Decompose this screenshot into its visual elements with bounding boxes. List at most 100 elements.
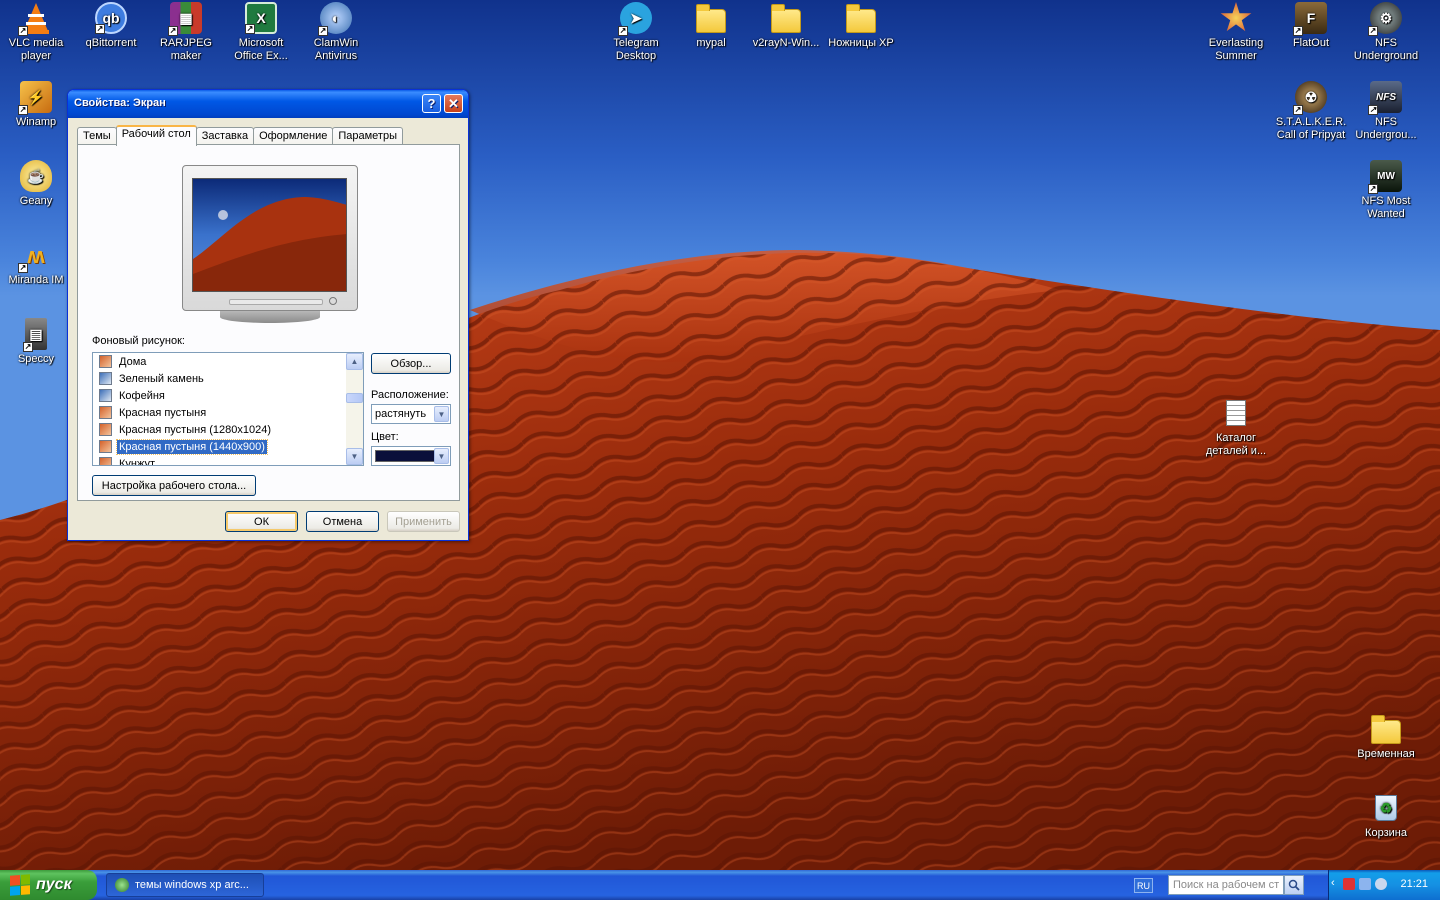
desktop-icon-telegram[interactable]: ➤ ↗ Telegram Desktop xyxy=(598,2,674,63)
listbox-scrollbar[interactable]: ▲ ▼ xyxy=(346,353,363,465)
desktop-icon-mypal[interactable]: mypal xyxy=(673,2,749,50)
folder-icon xyxy=(845,2,877,34)
desktop-icon-label: Telegram Desktop xyxy=(613,37,659,62)
desktop-icon-rarjpeg[interactable]: ▦ ↗ RARJPEG maker xyxy=(148,2,224,63)
list-item[interactable]: Красная пустыня xyxy=(93,404,363,421)
clock[interactable]: 21:21 xyxy=(1400,878,1428,890)
desktop-icon-nfs-underground[interactable]: ⚙ ↗ NFS Underground xyxy=(1348,2,1424,63)
scroll-thumb[interactable] xyxy=(346,393,363,403)
desktop-icon-vlc[interactable]: ↗ VLC media player xyxy=(0,2,74,63)
browse-button[interactable]: Обзор... xyxy=(371,353,451,374)
tab-desktop[interactable]: Рабочий стол xyxy=(115,125,197,146)
background-listbox[interactable]: Дома Зеленый камень Кофейня Красная пуст… xyxy=(92,352,364,466)
image-file-icon xyxy=(99,406,112,419)
list-item[interactable]: Дома xyxy=(93,353,363,370)
desktop-tab-panel: Фоновый рисунок: Дома Зеленый камень Коф… xyxy=(77,144,460,501)
desktop-icon-nfs-underground2[interactable]: NFS ↗ NFS Undergrou... xyxy=(1348,81,1424,142)
image-file-icon xyxy=(99,457,112,465)
tab-settings[interactable]: Параметры xyxy=(332,127,403,145)
desktop-icon-label: Everlasting Summer xyxy=(1208,37,1264,62)
dialog-tabs: Темы Рабочий стол Заставка Оформление Па… xyxy=(77,125,403,146)
desktop-icon-label: v2rayN-Win... xyxy=(752,37,820,49)
customize-desktop-button[interactable]: Настройка рабочего стола... xyxy=(92,475,256,496)
desktop-icon-label: FlatOut xyxy=(1292,37,1330,49)
nfs-underground2-icon: NFS ↗ xyxy=(1368,81,1402,115)
nfs-most-wanted-icon: MW ↗ xyxy=(1368,160,1402,194)
list-item[interactable]: Кофейня xyxy=(93,387,363,404)
desktop-icon-label: Winamp xyxy=(15,116,57,128)
tab-themes[interactable]: Темы xyxy=(77,127,117,145)
scroll-up-button[interactable]: ▲ xyxy=(346,353,363,370)
network-icon[interactable] xyxy=(1359,878,1371,890)
image-file-icon xyxy=(99,423,112,436)
start-button[interactable]: пуск xyxy=(0,870,97,900)
volume-icon[interactable] xyxy=(1375,878,1387,890)
desktop: ↗ VLC media player qb ↗ qBittorrent ▦ ↗ RA… xyxy=(0,0,1440,870)
search-icon xyxy=(1288,879,1300,891)
list-item[interactable]: Красная пустыня (1280x1024) xyxy=(93,421,363,438)
excel-icon: X ↗ xyxy=(245,2,277,34)
list-item-selected[interactable]: Красная пустыня (1440x900) xyxy=(93,438,363,455)
desktop-icon-clamwin[interactable]: ◐ ↗ ClamWin Antivirus xyxy=(298,2,374,63)
desktop-icon-label: Ножницы XP xyxy=(828,37,894,49)
desktop-icon-winamp[interactable]: ⚡ ↗ Winamp xyxy=(0,81,74,129)
image-file-icon xyxy=(99,389,112,402)
desktop-icon-qbittorrent[interactable]: qb ↗ qBittorrent xyxy=(73,2,149,50)
dialog-title: Свойства: Экран xyxy=(74,97,166,109)
chevron-up-icon: ▲ xyxy=(350,357,359,366)
list-item[interactable]: Зеленый камень xyxy=(93,370,363,387)
desktop-icon-excel[interactable]: X ↗ Microsoft Office Ex... xyxy=(223,2,299,63)
speccy-icon: ▤ ↗ xyxy=(23,318,47,352)
desktop-icon-label: Miranda IM xyxy=(8,274,64,286)
taskbar-button[interactable]: темы windows xp arc... xyxy=(106,873,264,897)
search-button[interactable] xyxy=(1284,875,1304,895)
display-properties-dialog: Свойства: Экран ? ✕ Темы Рабочий стол За… xyxy=(67,89,469,541)
desktop-icon-miranda[interactable]: ʍ ↗ Miranda IM xyxy=(0,239,74,287)
windows-logo-icon xyxy=(10,874,30,896)
desktop-icon-label: ClamWin Antivirus xyxy=(313,37,359,62)
desktop-icon-everlasting-summer[interactable]: Everlasting Summer xyxy=(1198,2,1274,63)
desktop-icon-label: Microsoft Office Ex... xyxy=(234,37,288,62)
position-select[interactable]: растянуть ▼ xyxy=(371,404,451,424)
desktop-icon-v2rayn[interactable]: v2rayN-Win... xyxy=(748,2,824,50)
recycle-bin-icon: ♻ xyxy=(1370,792,1402,824)
language-indicator[interactable]: RU xyxy=(1134,878,1153,893)
browser-icon xyxy=(115,878,129,892)
tray-app-icon[interactable] xyxy=(1343,878,1355,890)
color-picker[interactable]: ▼ xyxy=(371,446,451,466)
desktop-icon-temp[interactable]: Временная xyxy=(1348,713,1424,761)
folder-icon xyxy=(695,2,727,34)
desktop-icon-recycle-bin[interactable]: ♻ Корзина xyxy=(1348,792,1424,840)
desktop-icon-speccy[interactable]: ▤ ↗ Speccy xyxy=(0,318,74,366)
desktop-search-input[interactable]: Поиск на рабочем ст xyxy=(1168,875,1284,895)
folder-icon xyxy=(1370,713,1402,745)
vlc-icon: ↗ xyxy=(18,2,52,36)
geany-icon: ☕ xyxy=(20,160,52,192)
desktop-icon-snipping[interactable]: Ножницы XP xyxy=(823,2,899,50)
chevron-down-icon: ▼ xyxy=(434,448,449,464)
nfs-underground-icon: ⚙ ↗ xyxy=(1368,2,1402,36)
desktop-icon-stalker[interactable]: ☢ ↗ S.T.A.L.K.E.R. Call of Pripyat xyxy=(1273,81,1349,142)
desktop-icon-label: mypal xyxy=(696,37,726,49)
monitor-preview xyxy=(182,165,358,323)
help-button[interactable]: ? xyxy=(422,94,441,113)
tab-appearance[interactable]: Оформление xyxy=(253,127,334,145)
document-icon xyxy=(1220,397,1252,429)
desktop-icon-catalog[interactable]: Каталог деталей и... xyxy=(1198,397,1274,458)
chevron-down-icon: ▼ xyxy=(434,406,449,422)
desktop-icon-flatout[interactable]: F ↗ FlatOut xyxy=(1273,2,1349,50)
dialog-titlebar[interactable]: Свойства: Экран ? ✕ xyxy=(68,90,468,118)
winamp-icon: ⚡ ↗ xyxy=(18,81,52,115)
apply-button[interactable]: Применить xyxy=(387,511,460,532)
cancel-button[interactable]: Отмена xyxy=(306,511,379,532)
desktop-icon-geany[interactable]: ☕ Geany xyxy=(0,160,74,208)
tray-expand-icon[interactable]: ‹ xyxy=(1331,877,1343,889)
list-item[interactable]: Кунжут xyxy=(93,455,363,465)
desktop-icon-nfs-most-wanted[interactable]: MW ↗ NFS Most Wanted xyxy=(1348,160,1424,221)
tab-screensaver[interactable]: Заставка xyxy=(195,127,255,145)
qbittorrent-icon: qb ↗ xyxy=(95,2,127,34)
close-button[interactable]: ✕ xyxy=(444,94,463,113)
image-file-icon xyxy=(99,355,112,368)
ok-button[interactable]: ОК xyxy=(225,511,298,532)
scroll-down-button[interactable]: ▼ xyxy=(346,448,363,465)
